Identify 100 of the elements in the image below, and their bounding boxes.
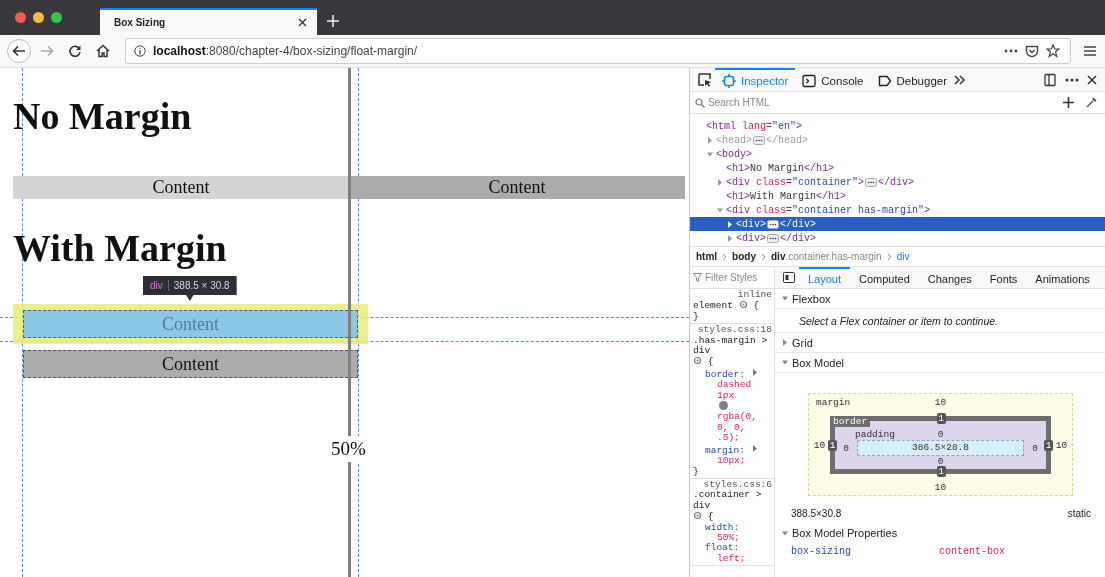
ruler-label: 50% (329, 436, 368, 462)
section-header[interactable]: Box Model Properties (775, 523, 1105, 543)
property-name: float: (705, 542, 740, 554)
sidebar-tab[interactable]: Animations (1026, 266, 1099, 289)
overflow-chevrons-icon[interactable] (954, 74, 967, 85)
tree-row[interactable]: <body> (690, 147, 1105, 161)
caret-icon[interactable] (706, 135, 714, 145)
ellipsis-icon[interactable] (767, 219, 779, 229)
box-label: border (830, 416, 871, 427)
element-picker-icon[interactable] (698, 72, 712, 87)
property-name: box-sizing (791, 546, 851, 557)
rule-selector: .has-margin > div (693, 335, 769, 357)
property-name: margin: (705, 444, 745, 456)
tree-row[interactable]: <div> </div> (690, 231, 1105, 245)
browser-tab[interactable]: Box Sizing (100, 8, 317, 35)
caret-icon[interactable] (716, 177, 724, 187)
tree-row[interactable]: <html lang="en"> (690, 119, 1105, 133)
url-field[interactable]: localhost:8080/chapter-4/box-sizing/float-margin/ (125, 38, 1071, 64)
reload-icon (68, 44, 82, 58)
devtools-tab[interactable]: Debugger (870, 68, 955, 92)
gear-icon[interactable] (693, 511, 702, 521)
color-swatch[interactable] (719, 401, 728, 411)
source-link[interactable]: styles.css:6 (693, 479, 772, 491)
property-name: border: (705, 368, 745, 380)
source-link[interactable]: inline (693, 290, 772, 301)
caret-icon[interactable] (750, 443, 759, 453)
window-zoom-button[interactable] (51, 12, 62, 23)
tree-row[interactable]: <div> </div> (690, 217, 1105, 231)
page-heading: With Margin (13, 226, 227, 270)
window-close-button[interactable] (15, 12, 26, 23)
search-icon (695, 97, 705, 108)
rule-brace: { (707, 511, 714, 523)
more-icon[interactable] (1065, 77, 1079, 82)
breadcrumb-item[interactable]: body (732, 251, 756, 262)
back-button[interactable] (7, 39, 31, 63)
more-icon[interactable] (1004, 49, 1018, 53)
source-link[interactable]: styles.css:18 (693, 325, 772, 336)
dock-icon[interactable] (1043, 72, 1057, 87)
margin-value: 10 (1054, 439, 1069, 451)
sidebar-tab[interactable]: Fonts (980, 266, 1027, 289)
content-block: Content (13, 176, 349, 199)
breadcrumb-item[interactable]: html (696, 251, 718, 262)
left-arrow-icon (12, 44, 26, 58)
rule-brace: } (693, 466, 700, 477)
caret-icon[interactable] (726, 233, 734, 243)
sidebar-tab[interactable]: Changes (918, 266, 981, 289)
devtools-tab[interactable]: Inspector (715, 68, 796, 92)
ellipsis-icon[interactable] (767, 233, 779, 243)
tree-row[interactable]: <div class="container"> </div> (690, 175, 1105, 189)
caret-icon[interactable] (750, 367, 759, 377)
section-header[interactable]: Box Model (775, 353, 1105, 373)
section-header[interactable]: Grid (775, 333, 1105, 353)
caret-icon[interactable] (726, 219, 734, 229)
content-size: 386.5×28.8 (857, 440, 1024, 456)
property-name: width: (705, 521, 740, 533)
star-icon[interactable] (1046, 44, 1060, 58)
ellipsis-icon[interactable] (865, 177, 878, 187)
close-icon[interactable] (1087, 74, 1097, 85)
tree-row[interactable]: <div class="container has-margin"> (690, 203, 1105, 217)
window-minimize-button[interactable] (33, 12, 44, 23)
content-block: Content (23, 310, 358, 338)
devtools-tab[interactable]: Console (795, 68, 871, 92)
filter-field[interactable]: Filter Styles (705, 272, 774, 283)
terminal-icon (802, 73, 817, 88)
border-value: 1 (936, 466, 946, 477)
padding-value: 0 (937, 456, 944, 467)
eyedropper-icon[interactable] (1086, 97, 1097, 108)
property-value: rgba(0, 0, 0, .5); (717, 412, 758, 444)
target-icon (722, 73, 736, 88)
padding-value: 0 (937, 429, 944, 440)
menu-icon[interactable] (1083, 45, 1097, 57)
property-value: content-box (939, 546, 1005, 557)
gear-icon[interactable] (738, 300, 748, 310)
border-value: 1 (936, 413, 946, 424)
box-label: padding (854, 429, 896, 440)
property-value: dashed 1px (717, 380, 753, 402)
info-icon[interactable] (134, 45, 146, 57)
box-label: margin (815, 397, 852, 408)
sidebar-toggle-icon[interactable] (783, 272, 795, 283)
ellipsis-icon[interactable] (753, 135, 765, 145)
close-icon[interactable] (298, 18, 307, 27)
tree-row[interactable]: <h1>No Margin</h1> (690, 161, 1105, 175)
section-header[interactable]: Flexbox (775, 289, 1105, 309)
border-value: 1 (1044, 440, 1053, 451)
rule-brace: { (707, 356, 714, 368)
search-field[interactable]: Search HTML (708, 97, 1059, 108)
home-icon (96, 44, 110, 58)
plus-icon[interactable] (1063, 97, 1074, 108)
tree-row[interactable]: <h1>With Margin</h1> (690, 189, 1105, 203)
border-value: 1 (828, 440, 837, 451)
padding-value: 0 (1031, 442, 1039, 454)
pocket-icon[interactable] (1025, 44, 1039, 58)
sidebar-tab[interactable]: Layout (799, 266, 851, 289)
chevron-icon (761, 252, 766, 261)
gear-icon[interactable] (693, 356, 702, 366)
box-size: 388.5×30.8 (791, 508, 842, 519)
breadcrumb-item[interactable]: div (896, 251, 910, 262)
breadcrumb-item[interactable]: div.container.has-margin (771, 251, 882, 262)
sidebar-tab[interactable]: Computed (850, 266, 919, 289)
property-value: left; (717, 553, 746, 565)
